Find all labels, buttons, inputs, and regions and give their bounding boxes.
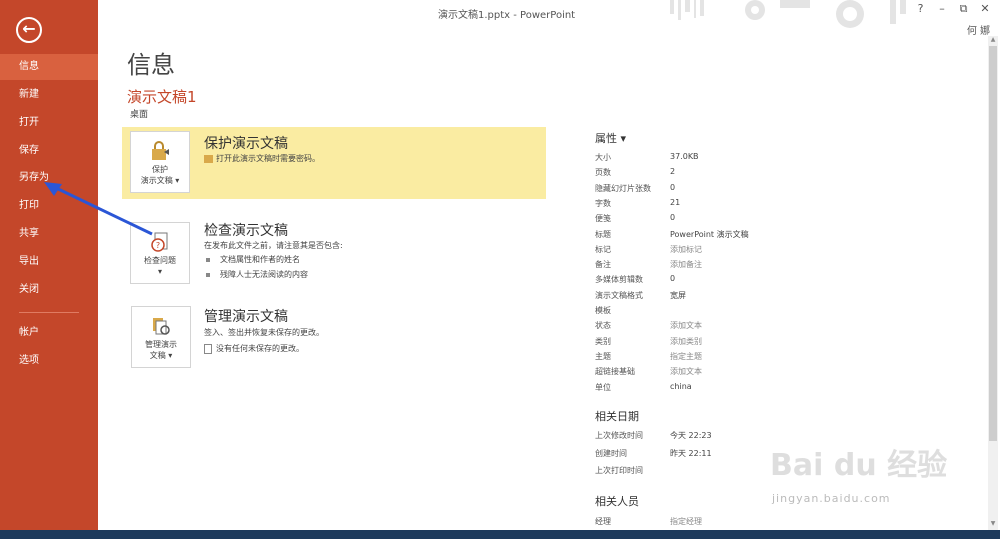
- watermark-logo: Bai du 经验: [770, 448, 948, 483]
- property-value[interactable]: 添加备注: [670, 259, 702, 270]
- vertical-scrollbar[interactable]: ▲ ▼: [988, 36, 998, 530]
- manage-button-label2: 文稿 ▾: [149, 351, 173, 360]
- property-value: 21: [670, 197, 681, 207]
- protect-desc-text: 打开此演示文稿时需要密码。: [216, 154, 320, 163]
- annotation-arrow-icon: [44, 182, 153, 236]
- sidebar-item-info[interactable]: 信息: [0, 54, 98, 80]
- property-value: 昨天 22:11: [670, 448, 712, 458]
- property-value: 0: [670, 213, 676, 223]
- manage-presentation-button[interactable]: 管理演示 文稿 ▾: [131, 306, 191, 368]
- check-issues-label2: ▾: [157, 267, 162, 276]
- property-label: 上次修改时间: [595, 431, 643, 440]
- inspect-title: 检查演示文稿: [204, 223, 288, 239]
- document-location[interactable]: 桌面: [130, 107, 148, 120]
- property-label: 字数: [595, 198, 611, 208]
- scroll-thumb[interactable]: [989, 46, 997, 441]
- scroll-up-icon[interactable]: ▲: [988, 36, 998, 46]
- sidebar-item-save[interactable]: 保存: [0, 138, 98, 164]
- property-value: 宽屏: [670, 290, 686, 300]
- manage-versions-icon: [153, 318, 170, 335]
- property-label: 备注: [595, 260, 611, 270]
- property-label: 主题: [595, 351, 611, 361]
- property-value[interactable]: 指定主题: [670, 351, 702, 362]
- svg-text:?: ?: [156, 241, 160, 250]
- document-name: 演示文稿1: [127, 88, 197, 106]
- related-dates-title: 相关日期: [595, 410, 639, 423]
- decorative-pattern: [670, 0, 906, 28]
- manage-button-label: 管理演示: [145, 340, 177, 349]
- related-people-title: 相关人员: [595, 495, 639, 508]
- document-icon: [204, 343, 212, 354]
- protect-section: 保护 演示文稿 ▾ 保护演示文稿 打开此演示文稿时需要密码。: [122, 127, 546, 199]
- property-label: 标记: [595, 244, 611, 254]
- inspect-bullet: 残障人士无法阅读的内容: [206, 269, 308, 280]
- close-icon[interactable]: ✕: [976, 2, 994, 15]
- inspect-bullet: 文档属性和作者的姓名: [206, 254, 300, 265]
- window-controls: ? – ⧉ ✕: [912, 2, 995, 16]
- sidebar-item-close[interactable]: 关闭: [0, 277, 98, 303]
- protect-title: 保护演示文稿: [204, 136, 288, 152]
- property-label: 演示文稿格式: [595, 290, 643, 300]
- property-label: 模板: [595, 306, 611, 315]
- property-value[interactable]: 指定经理: [670, 516, 702, 527]
- property-label: 上次打印时间: [595, 466, 643, 475]
- property-label: 隐藏幻灯片张数: [595, 183, 651, 193]
- back-arrow-icon[interactable]: ←: [16, 17, 42, 43]
- property-value: PowerPoint 演示文稿: [670, 229, 749, 239]
- property-label: 便笺: [595, 214, 611, 224]
- manage-section: 管理演示 文稿 ▾ 管理演示文稿 签入、签出并恢复未保存的更改。 没有任何未保存…: [122, 303, 546, 375]
- inspect-desc: 在发布此文件之前，请注意其是否包含:: [204, 241, 343, 250]
- sidebar-item-new[interactable]: 新建: [0, 82, 98, 108]
- small-lock-icon: [204, 154, 213, 163]
- taskbar: [0, 530, 1000, 539]
- manage-desc: 签入、签出并恢复未保存的更改。: [204, 328, 324, 337]
- sidebar-divider: [19, 312, 79, 313]
- properties-title[interactable]: 属性 ▾: [595, 130, 626, 146]
- property-value: 今天 22:23: [670, 431, 712, 440]
- property-value[interactable]: 添加标记: [670, 244, 702, 255]
- restore-icon[interactable]: ⧉: [955, 2, 973, 16]
- sidebar-item-export[interactable]: 导出: [0, 249, 98, 275]
- minimize-icon[interactable]: –: [933, 2, 951, 15]
- property-value[interactable]: 添加文本: [670, 366, 702, 377]
- property-value: 2: [670, 167, 676, 177]
- protect-button-label: 保护: [152, 165, 168, 174]
- backstage-sidebar: ← 信息 新建 打开 保存 另存为 打印 共享 导出 关闭 帐户 选项: [0, 0, 98, 530]
- property-label: 超链接基础: [595, 367, 635, 377]
- help-icon[interactable]: ?: [912, 2, 930, 15]
- property-label: 经理: [595, 517, 611, 526]
- property-value: 37.0KB: [670, 152, 699, 161]
- property-value: china: [670, 381, 692, 391]
- sidebar-item-open[interactable]: 打开: [0, 110, 98, 136]
- sidebar-item-account[interactable]: 帐户: [0, 320, 98, 346]
- property-label: 多媒体剪辑数: [595, 275, 643, 285]
- manage-note: 没有任何未保存的更改。: [204, 343, 304, 354]
- scroll-down-icon[interactable]: ▼: [988, 520, 998, 530]
- property-value[interactable]: 添加文本: [670, 320, 702, 331]
- watermark-url: jingyan.baidu.com: [772, 492, 891, 505]
- property-value[interactable]: 添加类别: [670, 336, 702, 347]
- property-label: 类别: [595, 336, 611, 346]
- check-issues-label: 检查问题: [144, 256, 176, 265]
- page-title: 信息: [127, 51, 175, 79]
- property-label: 状态: [595, 321, 611, 331]
- property-label: 大小: [595, 153, 611, 162]
- property-label: 创建时间: [595, 448, 627, 458]
- window-title: 演示文稿1.pptx - PowerPoint: [438, 10, 576, 21]
- protect-desc: 打开此演示文稿时需要密码。: [204, 153, 320, 164]
- manage-note-text: 没有任何未保存的更改。: [216, 344, 304, 353]
- property-label: 单位: [595, 382, 611, 392]
- manage-title: 管理演示文稿: [204, 309, 288, 325]
- user-name[interactable]: 何 娜: [967, 22, 990, 37]
- lock-icon: [152, 141, 169, 160]
- sidebar-item-options[interactable]: 选项: [0, 348, 98, 374]
- title-bar: 演示文稿1.pptx - PowerPoint ? – ⧉ ✕ 何 娜: [98, 0, 1000, 37]
- property-value: 0: [670, 182, 676, 192]
- inspect-section: ? 检查问题 ▾ 检查演示文稿 在发布此文件之前，请注意其是否包含: 文档属性和…: [122, 212, 546, 284]
- property-label: 页数: [595, 168, 611, 178]
- property-value: 0: [670, 274, 676, 284]
- property-label: 标题: [595, 229, 611, 239]
